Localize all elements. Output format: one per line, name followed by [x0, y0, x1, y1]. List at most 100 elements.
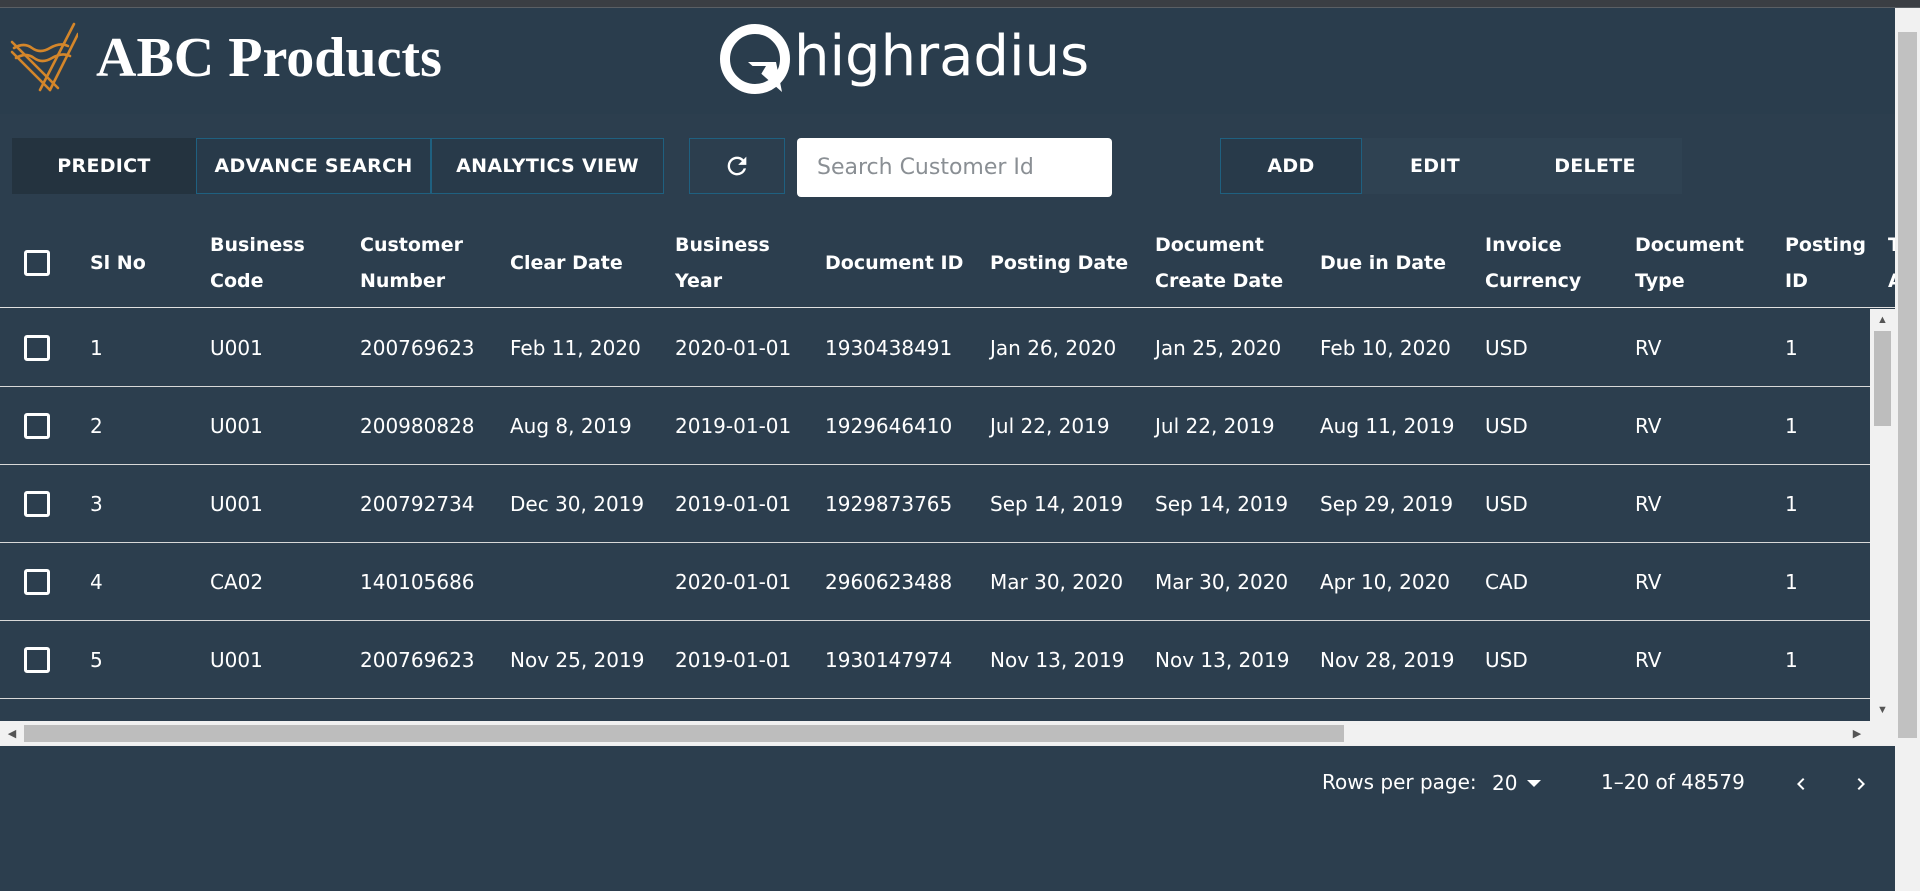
select-all-checkbox[interactable] — [24, 250, 50, 276]
column-header-clipped: TA — [1888, 234, 1895, 292]
page-vertical-scrollbar[interactable] — [1895, 8, 1920, 891]
table-horizontal-scrollbar[interactable]: ◀ ▶ — [0, 721, 1895, 746]
document-type-cell: RV — [1635, 492, 1662, 516]
table-header: Sl No Business Code Customer Number Clear … — [0, 218, 1895, 308]
edit-button[interactable]: EDIT — [1362, 138, 1508, 194]
invoice-currency-cell: CAD — [1485, 570, 1529, 594]
select-all-cell — [24, 218, 50, 308]
posting-id-cell: 1 — [1785, 648, 1798, 672]
column-header[interactable]: Posting Date — [990, 218, 1128, 308]
invoice-table: Sl No Business Code Customer Number Clear … — [0, 218, 1895, 746]
clear-date-cell: Dec 30, 2019 — [510, 492, 645, 516]
document-type-cell: RV — [1635, 648, 1662, 672]
due-in-date-cell: Sep 29, 2019 — [1320, 492, 1454, 516]
row-select-cell — [24, 465, 50, 543]
business-year-cell: 2019-01-01 — [675, 492, 792, 516]
highradius-logo: highradius — [718, 20, 1089, 98]
table-row[interactable]: 3 U001 200792734 Dec 30, 2019 2019-01-01 1929… — [0, 465, 1870, 543]
row-checkbox[interactable] — [24, 413, 50, 439]
column-header[interactable]: Posting ID — [1785, 218, 1866, 308]
row-checkbox[interactable] — [24, 647, 50, 673]
due-in-date-cell: Nov 28, 2019 — [1320, 648, 1455, 672]
refresh-icon — [727, 156, 747, 176]
posting-id-cell: 1 — [1785, 414, 1798, 438]
chevron-right-icon — [1857, 778, 1865, 790]
invoice-currency-cell: USD — [1485, 336, 1528, 360]
scrollbar-thumb[interactable] — [24, 725, 1344, 742]
due-in-date-cell: Feb 10, 2020 — [1320, 336, 1451, 360]
search-customer-id-input[interactable] — [797, 138, 1112, 197]
sl-no-cell: 1 — [90, 336, 103, 360]
row-checkbox[interactable] — [24, 335, 50, 361]
clear-date-cell: Nov 25, 2019 — [510, 648, 645, 672]
document-create-date-cell: Mar 30, 2020 — [1155, 570, 1289, 594]
column-header[interactable]: Document Type — [1635, 218, 1744, 308]
table-row[interactable]: 5 U001 200769623 Nov 25, 2019 2019-01-01 1930… — [0, 621, 1870, 699]
customer-number-cell: 200769623 — [360, 336, 475, 360]
column-header[interactable]: Clear Date — [510, 218, 623, 308]
add-button[interactable]: ADD — [1220, 138, 1362, 194]
customer-number-cell: 140105686 — [360, 570, 475, 594]
scroll-up-arrow-icon[interactable]: ▲ — [1870, 309, 1895, 331]
clear-date-cell: Aug 8, 2019 — [510, 414, 632, 438]
table-body: 1 U001 200769623 Feb 11, 2020 2020-01-01 1930… — [0, 309, 1870, 721]
document-create-date-cell: Sep 14, 2019 — [1155, 492, 1289, 516]
column-header[interactable]: Business Year — [675, 218, 770, 308]
customer-number-cell: 200980828 — [360, 414, 475, 438]
page-range-text: 1–20 of 48579 — [1601, 770, 1745, 794]
business-code-cell: U001 — [210, 648, 263, 672]
customer-number-cell: 200792734 — [360, 492, 475, 516]
column-header[interactable]: Due in Date — [1320, 218, 1446, 308]
posting-id-cell: 1 — [1785, 492, 1798, 516]
rows-per-page-select[interactable]: 20 — [1492, 766, 1542, 800]
scroll-down-arrow-icon[interactable]: ▼ — [1870, 699, 1895, 721]
posting-date-cell: Nov 13, 2019 — [990, 648, 1125, 672]
column-header[interactable]: Document Create Date — [1155, 218, 1283, 308]
invoice-currency-cell: USD — [1485, 492, 1528, 516]
app-header: ABC Products highradius — [0, 8, 1895, 114]
column-header[interactable]: Customer Number — [360, 218, 463, 308]
scroll-left-arrow-icon[interactable]: ◀ — [0, 721, 24, 746]
advance-search-button[interactable]: ADVANCE SEARCH — [196, 138, 431, 194]
previous-page-button[interactable] — [1781, 764, 1821, 804]
predict-button[interactable]: PREDICT — [12, 138, 196, 194]
toolbar: PREDICT ADVANCE SEARCH ANALYTICS VIEW AD… — [0, 114, 1895, 218]
column-header[interactable]: Invoice Currency — [1485, 218, 1581, 308]
rows-per-page-label: Rows per page: — [1322, 770, 1477, 794]
invoice-currency-cell: USD — [1485, 414, 1528, 438]
column-header[interactable]: Business Code — [210, 218, 305, 308]
document-id-cell: 1929873765 — [825, 492, 953, 516]
table-row[interactable]: 4 CA02 140105686 2020-01-01 2960623488 Mar 30… — [0, 543, 1870, 621]
row-checkbox[interactable] — [24, 491, 50, 517]
page-scrollbar-thumb[interactable] — [1898, 32, 1917, 738]
posting-date-cell: Sep 14, 2019 — [990, 492, 1124, 516]
app-title: ABC Products — [96, 27, 442, 89]
table-vertical-scrollbar[interactable]: ▲ ▼ — [1870, 309, 1895, 721]
delete-button[interactable]: DELETE — [1508, 138, 1682, 194]
refresh-button[interactable] — [689, 138, 785, 194]
document-id-cell: 2960623488 — [825, 570, 953, 594]
column-header[interactable]: Document ID — [825, 218, 963, 308]
row-select-cell — [24, 387, 50, 465]
next-page-button[interactable] — [1841, 764, 1881, 804]
posting-id-cell: 1 — [1785, 570, 1798, 594]
document-create-date-cell: Jul 22, 2019 — [1155, 414, 1275, 438]
due-in-date-cell: Apr 10, 2020 — [1320, 570, 1451, 594]
row-select-cell — [24, 621, 50, 699]
document-id-cell: 1930438491 — [825, 336, 953, 360]
sl-no-cell: 2 — [90, 414, 103, 438]
document-id-cell: 1929646410 — [825, 414, 953, 438]
scrollbar-thumb[interactable] — [1874, 331, 1891, 426]
rows-per-page-value: 20 — [1492, 771, 1518, 795]
column-header[interactable]: Sl No — [90, 218, 146, 308]
scroll-right-arrow-icon[interactable]: ▶ — [1845, 721, 1869, 746]
table-row[interactable]: 2 U001 200980828 Aug 8, 2019 2019-01-01 19296… — [0, 387, 1870, 465]
row-checkbox[interactable] — [24, 569, 50, 595]
document-type-cell: RV — [1635, 414, 1662, 438]
chevron-left-icon — [1797, 778, 1805, 790]
table-row[interactable]: 1 U001 200769623 Feb 11, 2020 2020-01-01 1930… — [0, 309, 1870, 387]
abc-logo-icon — [10, 22, 78, 92]
analytics-view-button[interactable]: ANALYTICS VIEW — [431, 138, 664, 194]
business-year-cell: 2020-01-01 — [675, 336, 792, 360]
business-code-cell: CA02 — [210, 570, 264, 594]
